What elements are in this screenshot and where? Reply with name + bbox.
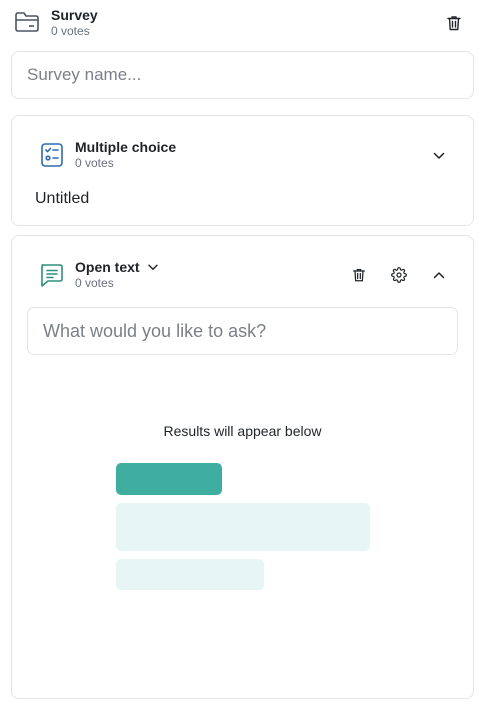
results-placeholder-bar xyxy=(116,559,264,590)
question-votes: 0 votes xyxy=(75,156,114,170)
results-placeholder-bar xyxy=(116,503,370,551)
survey-name-input[interactable] xyxy=(11,51,474,99)
checklist-icon xyxy=(41,143,63,167)
gear-icon xyxy=(391,267,407,283)
survey-title: Survey xyxy=(51,7,98,23)
survey-header: Survey 0 votes xyxy=(0,0,479,46)
question-type-label[interactable]: Open text xyxy=(75,259,140,275)
chat-lines-icon xyxy=(41,264,63,287)
question-card-multiple-choice: Multiple choice 0 votes Untitled xyxy=(11,115,474,226)
delete-survey-trash-icon[interactable] xyxy=(445,14,463,32)
question-type-label: Multiple choice xyxy=(75,139,177,155)
delete-question-button[interactable] xyxy=(348,264,370,286)
survey-votes: 0 votes xyxy=(51,24,90,38)
chevron-up-icon xyxy=(433,272,445,279)
type-chevron-down-icon[interactable] xyxy=(148,264,158,271)
question-input[interactable] xyxy=(27,307,458,355)
question-title[interactable]: Untitled xyxy=(35,190,89,208)
collapse-button[interactable] xyxy=(428,264,450,286)
question-card-open-text: Open text 0 votes Results will appear be… xyxy=(11,235,474,699)
question-votes: 0 votes xyxy=(75,276,114,290)
expand-button[interactable] xyxy=(428,145,450,167)
results-placeholder-text: Results will appear below xyxy=(163,423,322,439)
chevron-down-icon xyxy=(433,152,445,159)
results-placeholder-bar xyxy=(116,463,222,495)
trash-icon xyxy=(353,269,365,282)
folder-icon xyxy=(15,12,39,32)
question-settings-button[interactable] xyxy=(388,264,410,286)
